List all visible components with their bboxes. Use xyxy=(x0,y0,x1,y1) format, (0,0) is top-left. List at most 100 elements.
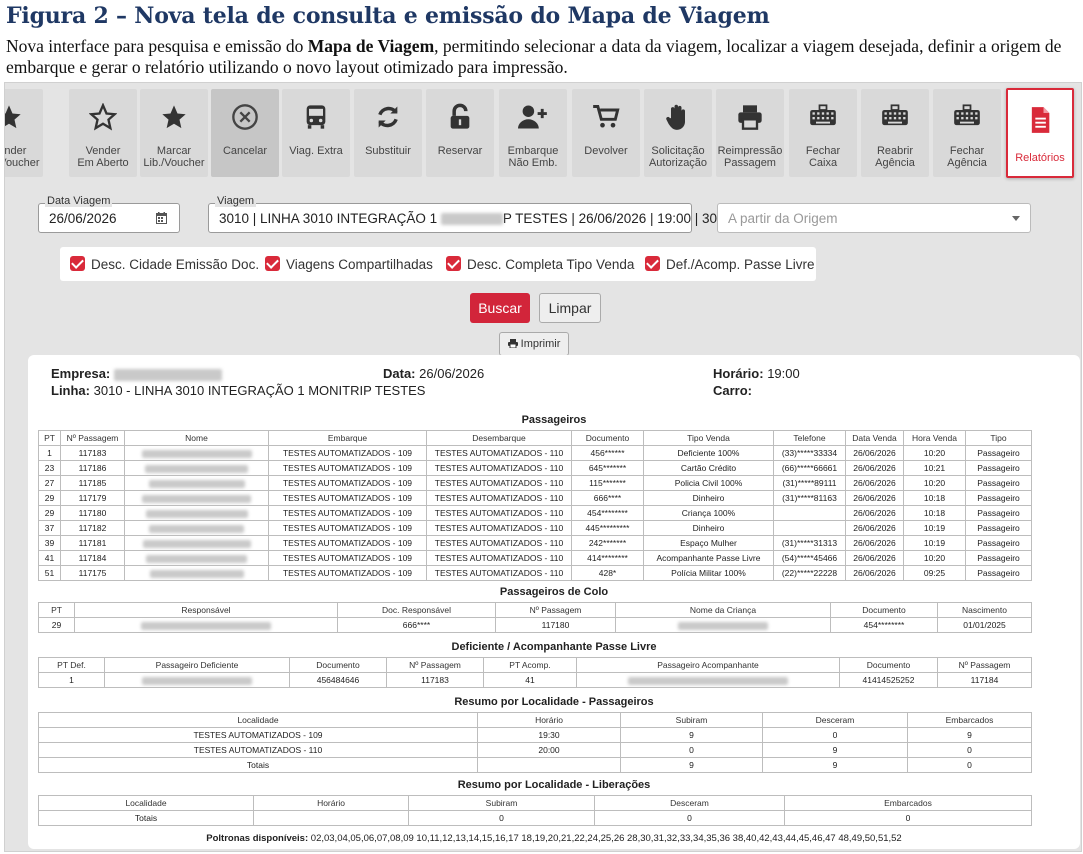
table-cell: 666**** xyxy=(571,490,644,506)
checkbox-desc-completa-tipo-venda[interactable]: Desc. Completa Tipo Venda xyxy=(446,256,634,272)
toolbar-label: Reservar xyxy=(437,145,483,157)
table-cell: 29 xyxy=(38,490,61,506)
table-cell: Deficiente 100% xyxy=(643,445,774,461)
table-cell: 456****** xyxy=(571,445,644,461)
toolbar-label: Fechar Agência xyxy=(947,145,987,169)
toolbar-solicitacao-autorizacao-button[interactable]: Solicitação Autorização xyxy=(644,89,712,177)
table-cell: 10:19 xyxy=(903,535,966,551)
table-row: 27 117185 TESTES AUTOMATIZADOS - 109 TESTES… xyxy=(38,475,1032,491)
table-cell: 37 xyxy=(38,520,61,536)
table-cell: (33)*****33334 xyxy=(773,445,846,461)
table-cell: 39 xyxy=(38,535,61,551)
toolbar-embarque-nao-emb-button[interactable]: Embarque Não Emb. xyxy=(499,89,567,177)
toolbar-cancelar-button[interactable]: Cancelar xyxy=(211,89,279,177)
horario-value: 19:00 xyxy=(767,366,800,381)
imprimir-label: Imprimir xyxy=(520,338,561,350)
column-header: PT xyxy=(38,430,61,446)
table-cell: 26/06/2026 xyxy=(845,490,904,506)
toolbar-reabrir-agencia-button[interactable]: Reabrir Agência xyxy=(861,89,929,177)
table-header-row: PT Responsável Doc. Responsável Nº Passagem… xyxy=(38,602,1032,618)
table-cell: 0 xyxy=(594,810,785,826)
data-viagem-value: 26/06/2026 xyxy=(49,211,117,226)
checkbox-def-acomp-passe-livre[interactable]: Def./Acomp. Passe Livre xyxy=(645,256,815,272)
limpar-button[interactable]: Limpar xyxy=(539,293,601,323)
redacted-block xyxy=(142,539,251,548)
toolbar-reimpressao-passagem-button[interactable]: Reimpressão Passagem xyxy=(716,89,784,177)
table-cell: TESTES AUTOMATIZADOS - 110 xyxy=(38,742,478,758)
table-cell xyxy=(124,505,269,521)
toolbar-label: Substituir xyxy=(365,145,411,157)
toolbar-substituir-button[interactable]: Substituir xyxy=(354,89,422,177)
toolbar-fechar-caixa-button[interactable]: Fechar Caixa xyxy=(789,89,857,177)
toolbar-devolver-button[interactable]: Devolver xyxy=(572,89,640,177)
toolbar-reservar-button[interactable]: Reservar xyxy=(426,89,494,177)
checkbox-checked-icon xyxy=(70,256,85,271)
redacted-block xyxy=(146,554,247,563)
data-viagem-field[interactable]: Data Viagem 26/06/2026 xyxy=(38,195,180,233)
table-cell: TESTES AUTOMATIZADOS - 109 xyxy=(268,565,427,581)
table-cell: 117186 xyxy=(60,460,125,476)
table-cell: Passageiro xyxy=(965,565,1032,581)
toolbar-vender-lib-voucher-button[interactable]: Vender Lib./Voucher xyxy=(5,89,43,177)
table-row: 1 117183 TESTES AUTOMATIZADOS - 109 TESTES … xyxy=(38,445,1032,461)
table-cell xyxy=(124,490,269,506)
table-cell: Passageiro xyxy=(965,520,1032,536)
table-row: 29 666**** 117180 454******** 01/01/2025 xyxy=(38,617,1032,633)
table-cell: 0 xyxy=(408,810,595,826)
table-cell: 27 xyxy=(38,475,61,491)
figure-description-start: Nova interface para pesquisa e emissão d… xyxy=(6,36,308,56)
viagem-field[interactable]: Viagem 3010 | LINHA 3010 INTEGRAÇÃO 1 P … xyxy=(208,195,732,233)
toolbar-viag-extra-button[interactable]: Viag. Extra xyxy=(282,89,350,177)
checkbox-label: Viagens Compartilhadas xyxy=(286,257,433,272)
document-header: Figura 2 – Nova tela de consulta e emiss… xyxy=(0,0,1083,82)
table-header-row: PT Def. Passageiro Deficiente Documento Nº … xyxy=(38,657,1032,673)
table-cell: 41 xyxy=(483,672,577,688)
column-header: Localidade xyxy=(38,795,254,811)
table-cell: 23 xyxy=(38,460,61,476)
buscar-button[interactable]: Buscar xyxy=(470,293,530,323)
toolbar-vender-em-aberto-button[interactable]: Vender Em Aberto xyxy=(69,89,137,177)
checkbox-desc-cidade-emissao[interactable]: Desc. Cidade Emissão Doc. xyxy=(70,256,259,272)
table-cell: Dinheiro xyxy=(643,490,774,506)
table-cell: 10:21 xyxy=(903,460,966,476)
horario-info: Horário: 19:00 xyxy=(713,366,800,381)
column-header: Nascimento xyxy=(937,602,1032,618)
column-header: Desceram xyxy=(594,795,785,811)
table-cell: 26/06/2026 xyxy=(845,445,904,461)
table-cell: TESTES AUTOMATIZADOS - 110 xyxy=(426,565,572,581)
toolbar-marcar-lib-voucher-button[interactable]: Marcar Lib./Voucher xyxy=(140,89,208,177)
cancel-circle-icon xyxy=(230,103,260,133)
calendar-icon[interactable] xyxy=(156,212,167,224)
redacted-block xyxy=(440,213,503,226)
redacted-block xyxy=(149,524,244,533)
checkbox-checked-icon xyxy=(265,256,280,271)
table-cell: 26/06/2026 xyxy=(845,535,904,551)
column-header: PT Def. xyxy=(38,657,105,673)
table-cell: 428* xyxy=(571,565,644,581)
toolbar-relatorios-button[interactable]: Relatórios xyxy=(1006,88,1074,178)
table-cell: TESTES AUTOMATIZADOS - 109 xyxy=(268,490,427,506)
table-cell: (66)*****66661 xyxy=(773,460,846,476)
imprimir-button[interactable]: Imprimir xyxy=(499,332,569,356)
column-header: Responsável xyxy=(74,602,338,618)
table-cell: Espaço Mulher xyxy=(643,535,774,551)
table-cell xyxy=(124,565,269,581)
toolbar-label: Solicitação Autorização xyxy=(648,145,708,169)
table-cell xyxy=(74,617,338,633)
table-cell xyxy=(124,460,269,476)
redacted-block xyxy=(142,494,251,503)
table-cell: 0 xyxy=(907,742,1032,758)
toolbar-fechar-agencia-button[interactable]: Fechar Agência xyxy=(933,89,1001,177)
table-row: 39 117181 TESTES AUTOMATIZADOS - 109 TESTES… xyxy=(38,535,1032,551)
table-row: TESTES AUTOMATIZADOS - 109 19:30 9 0 9 xyxy=(38,727,1032,743)
checkbox-viagens-compartilhadas[interactable]: Viagens Compartilhadas xyxy=(265,256,433,272)
options-checkbox-group: Desc. Cidade Emissão Doc. Viagens Compar… xyxy=(60,247,816,281)
table-cell: TESTES AUTOMATIZADOS - 109 xyxy=(268,520,427,536)
table-cell: 445********* xyxy=(571,520,644,536)
data-viagem-label: Data Viagem xyxy=(45,195,113,207)
unlock-icon xyxy=(445,103,475,133)
table-cell: Passageiro xyxy=(965,460,1032,476)
origem-select[interactable]: A partir da Origem xyxy=(717,203,1031,233)
app-window: Vender Lib./Voucher Vender Em Aberto Marca… xyxy=(4,82,1082,852)
column-header: Nome da Criança xyxy=(615,602,831,618)
